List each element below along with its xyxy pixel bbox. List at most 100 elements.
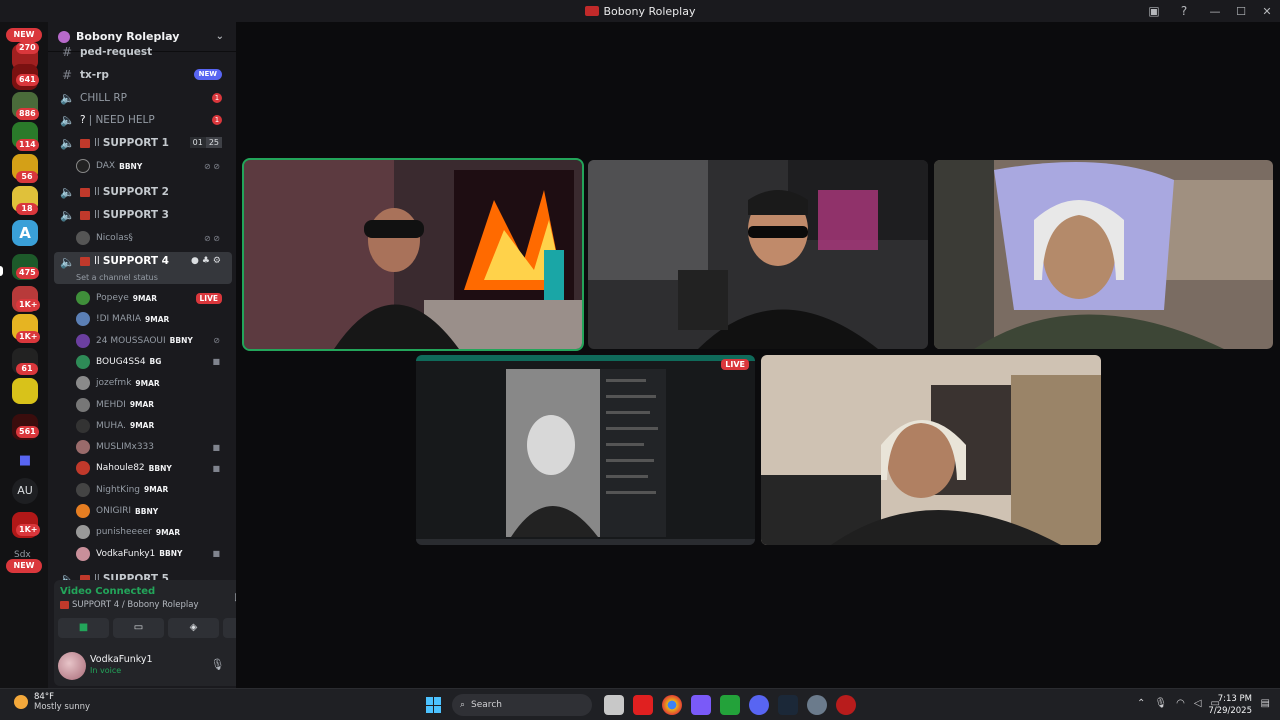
video-tile[interactable] — [934, 160, 1273, 349]
voice-member[interactable]: jozefmk 9MAR — [76, 373, 226, 393]
voice-member[interactable]: MUHA. 9MAR — [76, 416, 226, 436]
channel-support-3[interactable]: 🔈 ll SUPPORT 3 — [54, 205, 232, 225]
muted-icon: ⊘ — [213, 336, 220, 346]
avatar — [76, 159, 90, 173]
server-icon[interactable] — [12, 378, 38, 404]
discord-icon[interactable] — [749, 695, 769, 715]
video-tile[interactable] — [588, 160, 928, 349]
voice-member[interactable]: punisheeeer 9MAR — [76, 522, 226, 542]
new-unread-indicator[interactable]: NEW — [6, 28, 42, 42]
wifi-icon[interactable]: ◠ — [1176, 698, 1185, 709]
member-tag: BBNY — [148, 463, 172, 473]
chevron-up-icon[interactable]: ⌃ — [1137, 698, 1145, 709]
member-tag: 9MAR — [144, 485, 169, 495]
voice-channel-icon: 🔈 — [60, 185, 75, 199]
new-unread-indicator[interactable]: NEW — [6, 559, 42, 573]
app-icon[interactable] — [691, 695, 711, 715]
taskbar-search[interactable]: ⌕ Search — [452, 694, 592, 716]
voice-member[interactable]: MUSLIMx333 ■ — [76, 437, 226, 457]
voice-member[interactable]: Nahoule82 BBNY ■ — [76, 458, 226, 478]
server-icon-au[interactable]: AU — [12, 478, 38, 504]
close-button[interactable]: ✕ — [1254, 5, 1280, 18]
server-icon-a[interactable]: A — [12, 220, 38, 246]
inbox-icon[interactable]: ▣ — [1146, 3, 1162, 19]
sos-icon — [80, 138, 90, 148]
voice-status[interactable]: Video Connected — [60, 586, 155, 597]
voice-member[interactable]: Popeye 9MAR LIVE — [76, 288, 226, 308]
mention-badge: 886 — [16, 108, 39, 120]
voice-member[interactable]: NightKing 9MAR — [76, 480, 226, 500]
member-name: BOUG4SS4 — [96, 356, 146, 367]
voice-member[interactable]: BOUG4SS4 BG ■ — [76, 352, 226, 372]
camera-button[interactable]: ■ — [58, 618, 109, 638]
member-tag: 9MAR — [129, 400, 155, 409]
member-name: MUSLIMx333 — [96, 442, 155, 453]
window-title: Bobony Roleplay — [584, 5, 695, 18]
youtube-icon[interactable] — [633, 695, 653, 715]
search-icon: ⌕ — [460, 700, 466, 710]
channel-support-2[interactable]: 🔈 ll SUPPORT 2 — [54, 182, 232, 202]
channel-ped-request[interactable]: # ped-request — [54, 46, 232, 58]
channel-need-help[interactable]: 🔈 ? | NEED HELP 1 — [54, 110, 232, 130]
taskbar-apps — [604, 695, 856, 715]
unread-badge: 1 — [212, 115, 222, 125]
clock[interactable]: 7:13 PM 7/29/2025 — [1208, 693, 1252, 717]
voice-member[interactable]: DAX BBNY ⊘ ⊘ — [76, 156, 226, 176]
settings-app-icon[interactable] — [807, 695, 827, 715]
mention-badge: 1K+ — [16, 524, 41, 536]
minimize-button[interactable]: — — [1202, 5, 1228, 18]
chrome-icon[interactable] — [662, 695, 682, 715]
avatar — [76, 397, 90, 412]
microphone-icon[interactable]: 🎙 — [1154, 698, 1167, 709]
window-controls: — ☐ ✕ — [1202, 0, 1280, 22]
camera-on-icon: ■ — [212, 549, 220, 559]
channel-tx-rp[interactable]: # tx-rp NEW — [54, 65, 232, 85]
channel-support-1[interactable]: 🔈 ll SUPPORT 1 01 25 — [54, 133, 232, 153]
maximize-button[interactable]: ☐ — [1228, 5, 1254, 18]
activity-button[interactable]: ◈ — [168, 618, 219, 638]
chevron-down-icon[interactable]: ⌄ — [216, 31, 224, 42]
screen-share-tile[interactable]: LIVE — [416, 355, 755, 545]
windows-taskbar: 84°F Mostly sunny ⌕ Search ⌃ 🎙 ◠ ◁ ▭ 7:1… — [0, 688, 1280, 720]
voice-member[interactable]: MEHDI 9MAR — [76, 395, 226, 415]
new-badge: NEW — [193, 69, 222, 80]
member-name: MUHA. — [96, 420, 126, 431]
avatar — [76, 354, 90, 369]
unread-badge: 1 — [212, 93, 222, 103]
volume-icon[interactable]: ◁ — [1194, 698, 1202, 709]
participant-video — [588, 160, 928, 349]
mention-badge: 114 — [16, 139, 39, 151]
help-icon[interactable]: ? — [1176, 3, 1192, 19]
microphone-icon[interactable]: 🎙 — [210, 658, 224, 671]
live-badge: LIVE — [721, 359, 749, 370]
steam-icon[interactable] — [778, 695, 798, 715]
video-tile[interactable] — [761, 355, 1101, 545]
avatar — [76, 440, 90, 455]
screen-share-button[interactable]: ▭ — [113, 618, 164, 638]
app-icon[interactable] — [836, 695, 856, 715]
voice-location[interactable]: SUPPORT 4 / Bobony Roleplay — [60, 600, 198, 610]
user-avatar[interactable] — [58, 652, 86, 680]
member-tag: BBNY — [159, 549, 183, 559]
sos-icon — [80, 187, 90, 197]
channel-chill-rp[interactable]: 🔈 CHILL RP 1 — [54, 88, 232, 108]
channel-status-hint[interactable]: Set a channel status — [76, 273, 158, 282]
channel-actions[interactable]: ●♣⚙ — [191, 256, 224, 266]
folder-icon[interactable]: ■ — [12, 448, 38, 474]
mention-badge: 475 — [16, 267, 39, 279]
voice-channel-icon: 🔈 — [60, 255, 75, 269]
voice-member[interactable]: Nicolas§ ⊘ ⊘ — [76, 228, 226, 248]
voice-member[interactable]: VodkaFunky1 BBNY ■ — [76, 544, 226, 564]
file-explorer-icon[interactable] — [604, 695, 624, 715]
start-button[interactable] — [426, 697, 442, 713]
user-name[interactable]: VodkaFunky1 — [90, 654, 153, 665]
server-logo-icon — [584, 6, 599, 16]
video-tile[interactable] — [242, 158, 584, 351]
notification-icon[interactable]: ▤ — [1261, 698, 1270, 709]
xbox-icon[interactable] — [720, 695, 740, 715]
voice-member[interactable]: 24 MOUSSAOUI BBNY ⊘ — [76, 331, 226, 351]
mention-badge: 641 — [16, 74, 39, 86]
voice-member[interactable]: ONIGIRI BBNY — [76, 501, 226, 521]
weather-widget[interactable]: 84°F Mostly sunny — [14, 692, 90, 712]
voice-member[interactable]: !DI MARIA 9MAR — [76, 309, 226, 329]
